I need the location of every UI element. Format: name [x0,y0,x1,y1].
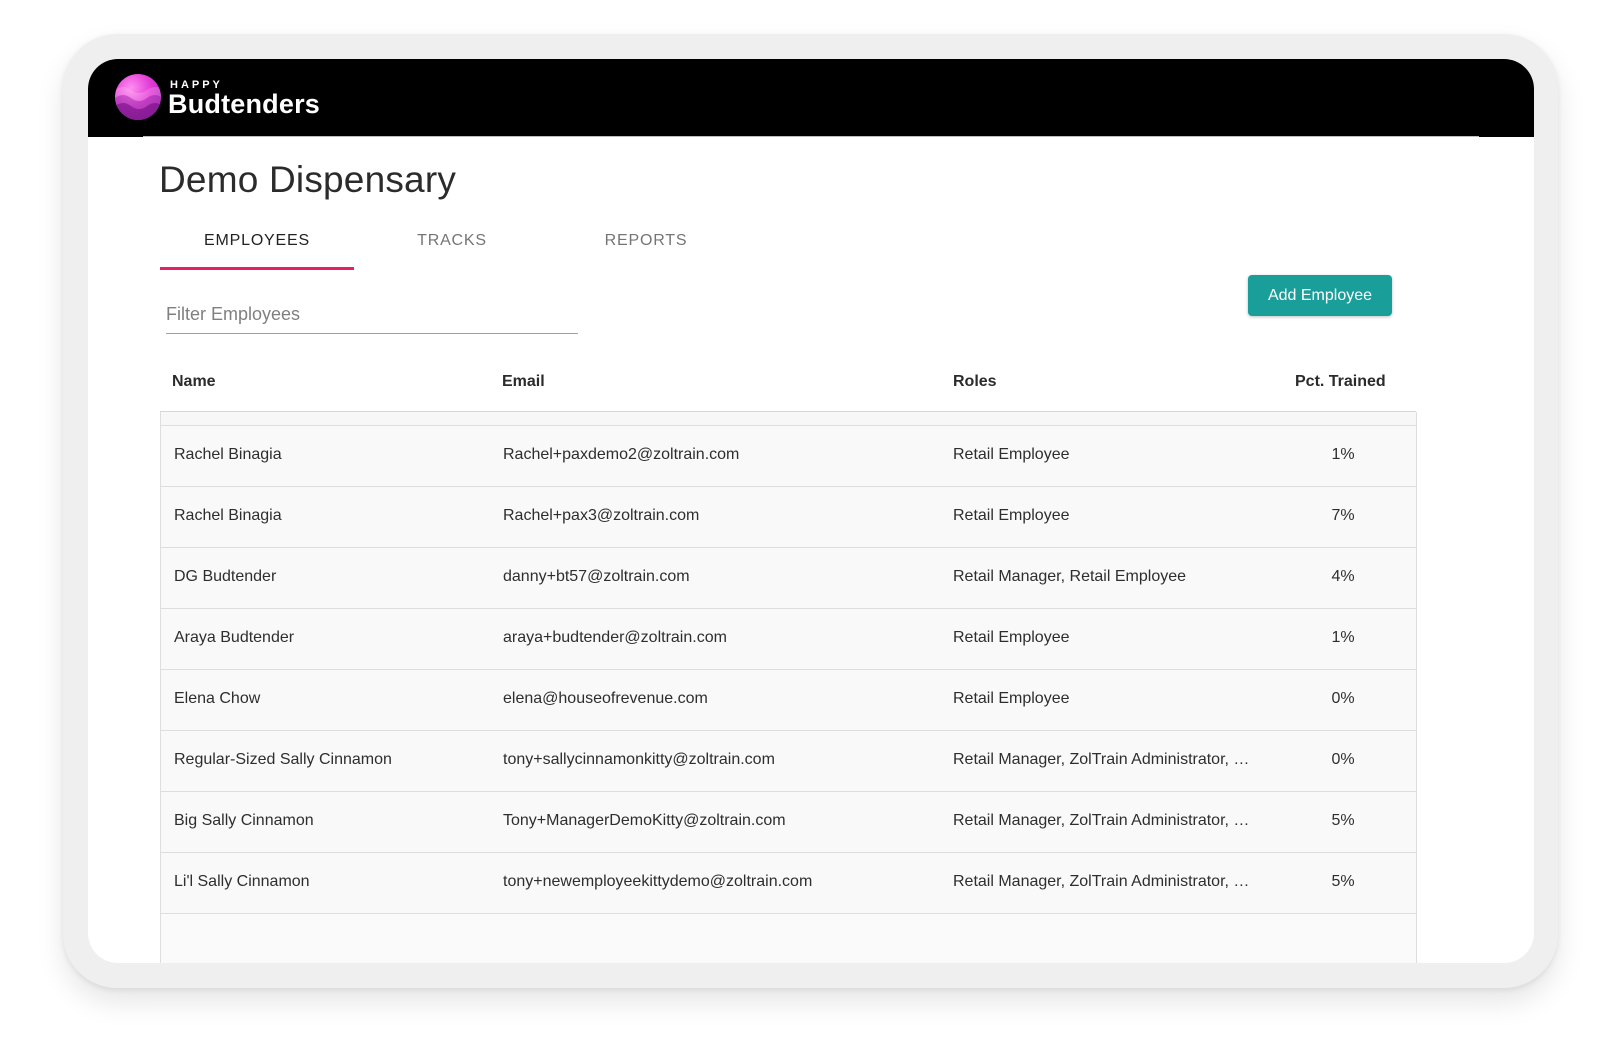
cell-name: Rachel Binagia [174,507,282,524]
column-header-name[interactable]: Name [172,373,216,391]
cell-pct-trained: 7% [1331,507,1355,524]
table-row[interactable]: Rachel Binagia Rachel+pax3@zoltrain.com … [161,487,1416,548]
cell-pct-trained: 1% [1331,446,1355,463]
table-row[interactable]: Big Sally Cinnamon Tony+ManagerDemoKitty… [161,792,1416,853]
cell-roles: Retail Employee [953,629,1070,646]
table-row[interactable]: Araya Budtender araya+budtender@zoltrain… [161,609,1416,670]
table-row[interactable]: Li'l Sally Cinnamon tony+newemployeekitt… [161,853,1416,914]
cell-name: Big Sally Cinnamon [174,812,314,829]
cell-name: DG Budtender [174,568,277,585]
top-bar: HAPPY Budtenders [88,59,1534,137]
cell-roles: Retail Manager, ZolTrain Administrator, … [953,751,1250,768]
filter-employees-input[interactable] [166,295,578,334]
brand-logo-icon[interactable] [115,74,161,120]
cell-name: Araya Budtender [174,629,295,646]
cell-roles: Retail Manager, ZolTrain Administrator, … [953,812,1250,829]
tab-employees[interactable]: EMPLOYEES [160,215,354,269]
column-header-email[interactable]: Email [502,373,545,391]
table-header: Name Email Roles Pct. Trained [160,355,1416,412]
cell-roles: Retail Employee [953,690,1070,707]
add-employee-button[interactable]: Add Employee [1248,275,1392,316]
employees-table-body: Rachel Binagia Rachel+paxdemo2@zoltrain.… [160,412,1417,963]
cell-roles: Retail Employee [953,446,1070,463]
column-header-pct-trained[interactable]: Pct. Trained [1295,373,1386,391]
cell-pct-trained: 0% [1331,690,1355,707]
cell-email: Tony+ManagerDemoKitty@zoltrain.com [503,812,786,829]
cell-name: Li'l Sally Cinnamon [174,873,310,890]
page-title: Demo Dispensary [159,159,457,200]
cell-name: Regular-Sized Sally Cinnamon [174,751,392,768]
cell-email: danny+bt57@zoltrain.com [503,568,690,585]
cell-email: Rachel+pax3@zoltrain.com [503,507,700,524]
cell-roles: Retail Employee [953,507,1070,524]
cell-email: elena@houseofrevenue.com [503,690,708,707]
cell-pct-trained: 4% [1331,568,1355,585]
cell-email: araya+budtender@zoltrain.com [503,629,727,646]
table-row[interactable]: DG Budtender danny+bt57@zoltrain.com Ret… [161,548,1416,609]
top-bar-divider [143,136,1479,137]
cell-email: Rachel+paxdemo2@zoltrain.com [503,446,740,463]
cell-pct-trained: 0% [1331,751,1355,768]
cell-pct-trained: 5% [1331,812,1355,829]
brand-name[interactable]: Budtenders [168,89,320,120]
table-row[interactable]: Rachel Binagia Rachel+paxdemo2@zoltrain.… [161,426,1416,487]
tab-tracks[interactable]: TRACKS [355,215,549,269]
cell-pct-trained: 1% [1331,629,1355,646]
cell-roles: Retail Manager, Retail Employee [953,568,1187,585]
table-spacer [161,412,1416,426]
cell-email: tony+newemployeekittydemo@zoltrain.com [503,873,813,890]
cell-email: tony+sallycinnamonkitty@zoltrain.com [503,751,775,768]
tab-bar: EMPLOYEES TRACKS REPORTS [160,215,760,271]
table-row[interactable]: Elena Chow elena@houseofrevenue.com Reta… [161,670,1416,731]
column-header-roles[interactable]: Roles [953,373,997,391]
cell-name: Rachel Binagia [174,446,282,463]
app-screen: HAPPY Budtenders Demo Dispensary EMPLOYE… [88,59,1534,963]
cell-roles: Retail Manager, ZolTrain Administrator, … [953,873,1250,890]
cell-name: Elena Chow [174,690,261,707]
cell-pct-trained: 5% [1331,873,1355,890]
table-row[interactable]: Regular-Sized Sally Cinnamon tony+sallyc… [161,731,1416,792]
active-tab-indicator [160,267,354,270]
tab-reports[interactable]: REPORTS [549,215,743,269]
